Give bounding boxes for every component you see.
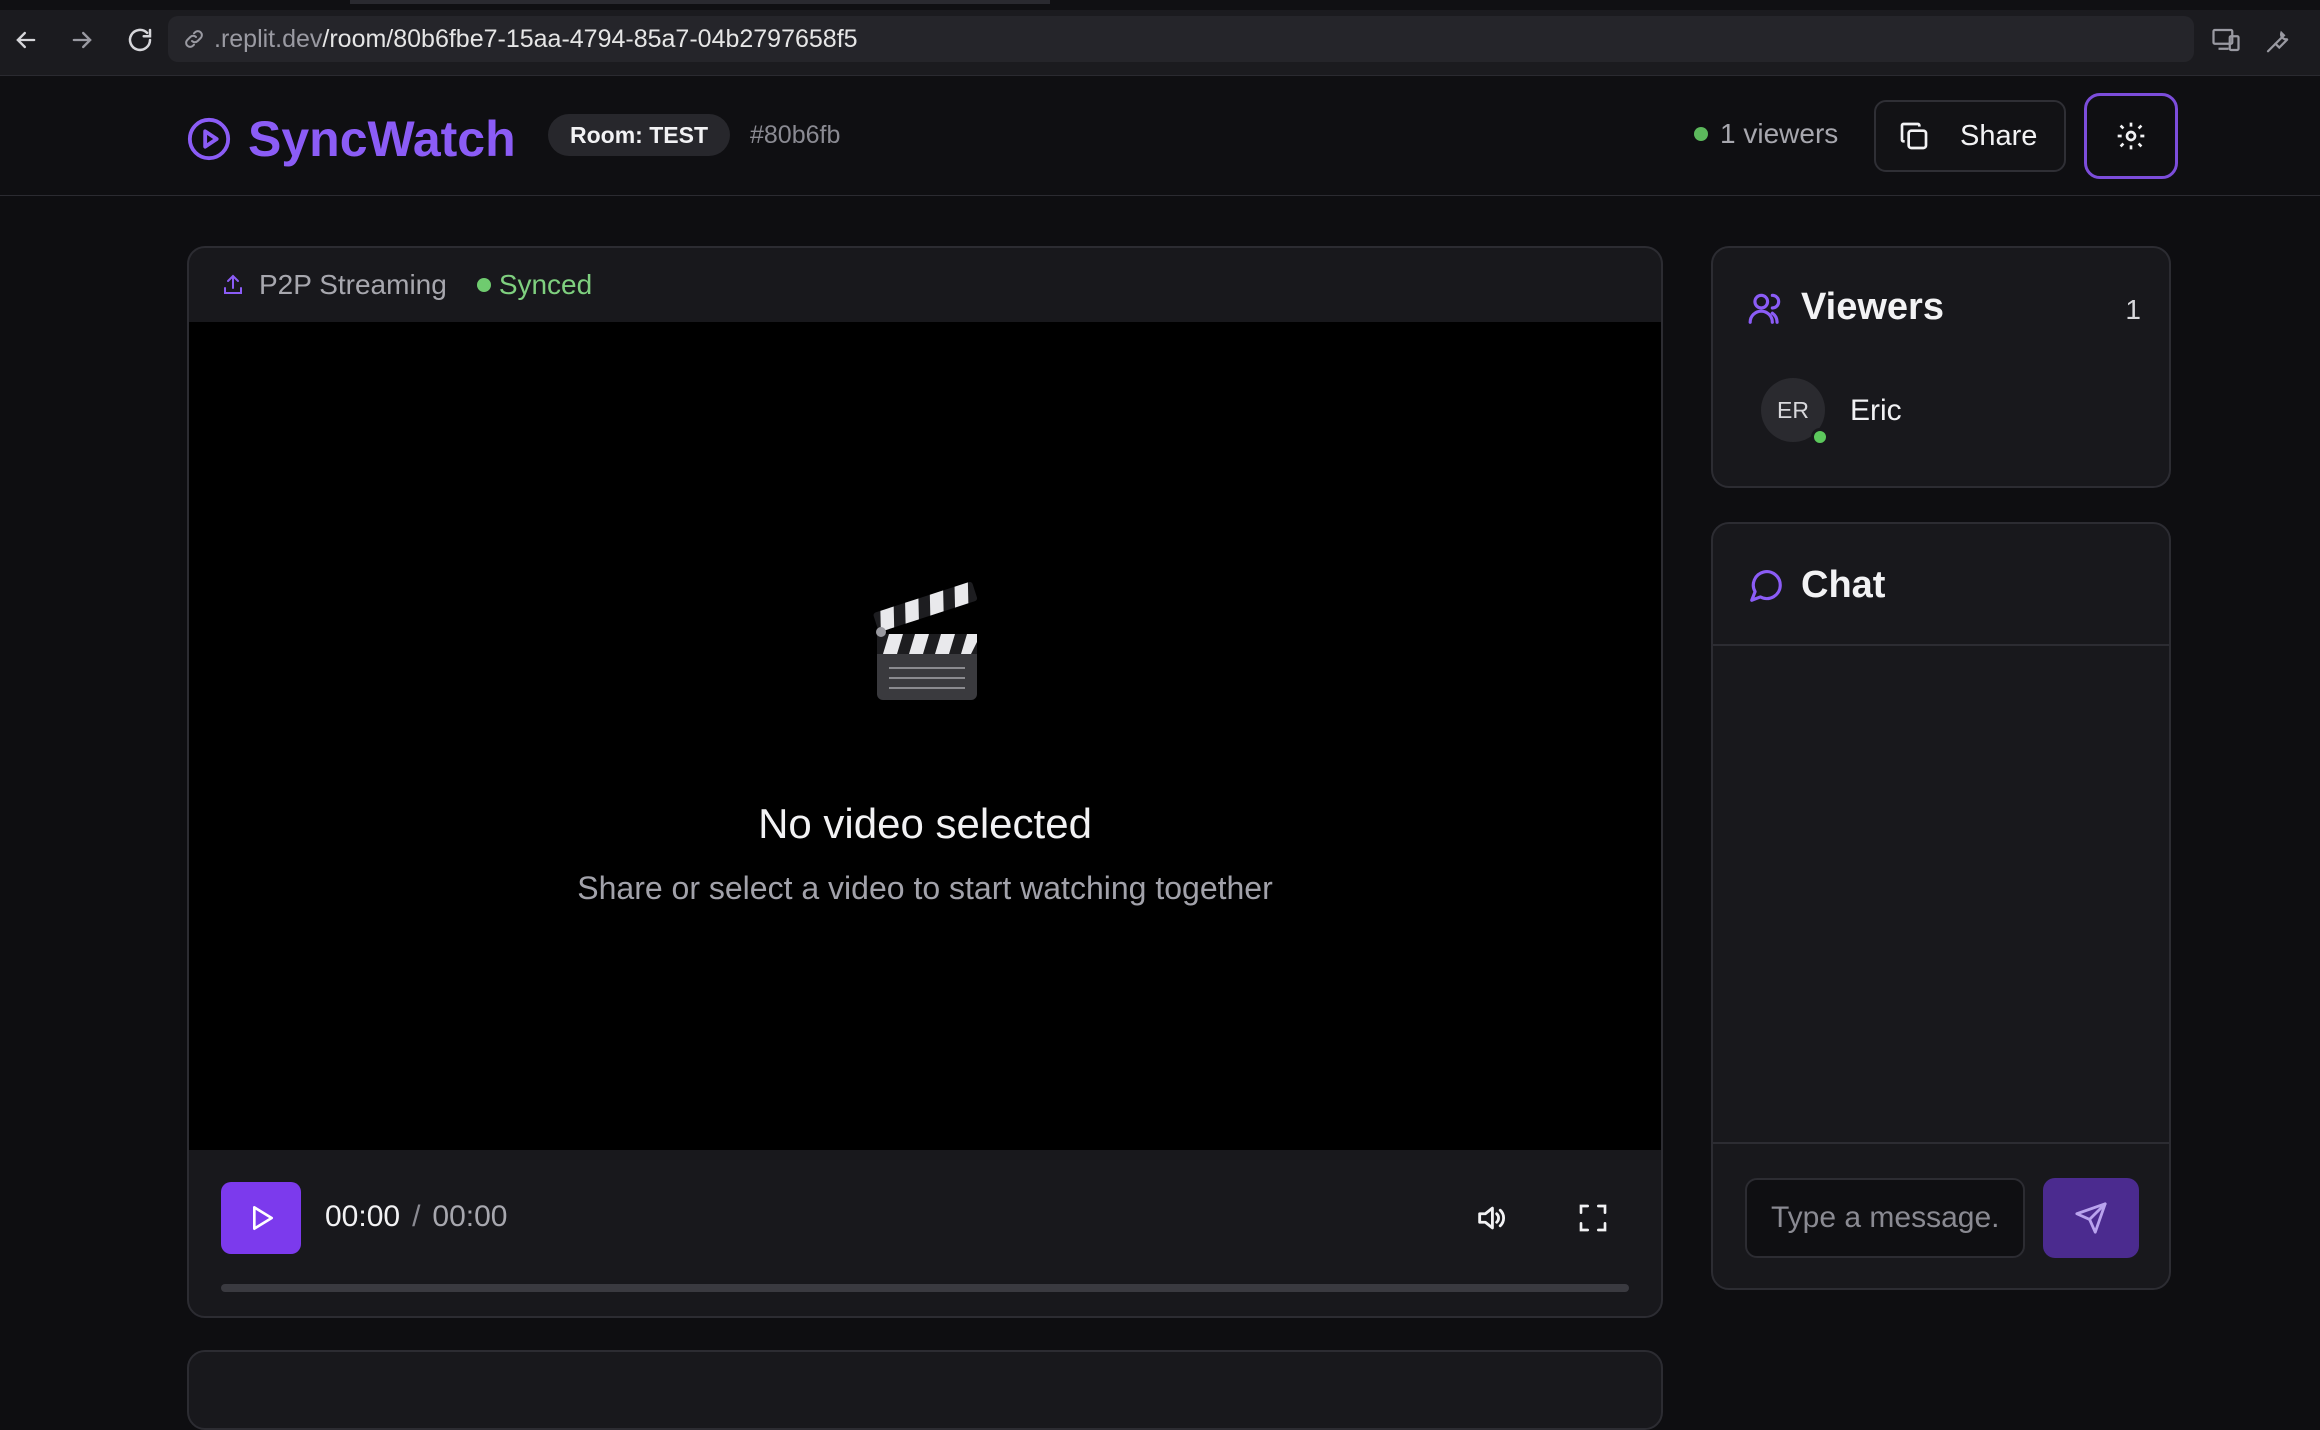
chat-title: Chat [1747,564,1885,607]
message-input[interactable] [1745,1178,2025,1258]
secondary-card [187,1350,1663,1430]
address-bar[interactable]: .replit.dev/room/80b6fbe7-15aa-4794-85a7… [168,16,2194,62]
chat-footer [1713,1142,2169,1288]
url-domain: .replit.dev [214,24,323,53]
video-status-bar: P2P Streaming Synced [189,248,1661,322]
send-icon [2075,1202,2107,1234]
time-separator: / [412,1200,421,1233]
empty-state-subtitle: Share or select a video to start watchin… [577,870,1273,906]
duration: 00:00 [432,1200,508,1233]
arrow-left-icon [16,31,36,49]
url-path: /room/80b6fbe7-15aa-4794-85a7-04b2797658… [322,24,858,53]
devtools-button[interactable] [2260,22,2296,58]
forward-button[interactable] [64,22,100,58]
share-button-label: Share [1960,119,2038,152]
viewers-title: Viewers [1747,286,1944,329]
reload-icon [128,28,152,52]
viewer-name: Eric [1850,394,1902,427]
app-logo[interactable]: SyncWatch [186,110,516,168]
room-badge: Room: TEST [548,114,730,156]
playback-time: 00:00 / 00:00 [325,1200,508,1234]
video-player-card: P2P Streaming Synced No video selected S… [187,246,1663,1318]
settings-button[interactable] [2084,93,2178,179]
users-icon [1748,293,1781,324]
progress-bar[interactable] [221,1284,1629,1292]
viewers-count-label: 1 viewers [1720,118,1839,149]
gear-icon [2117,122,2145,150]
devices-button[interactable] [2208,22,2244,58]
devices-icon [2212,28,2240,52]
browser-tab-strip [0,0,2320,10]
send-button[interactable] [2043,1178,2139,1258]
empty-state-title: No video selected [758,800,1092,847]
sync-status-label: Synced [498,269,593,300]
clapperboard-icon [873,582,978,700]
wrench-icon [2266,30,2289,53]
play-button[interactable] [221,1182,301,1254]
player-controls: 00:00 / 00:00 [189,1150,1661,1316]
room-hash: #80b6fb [750,121,841,149]
sync-status: Synced [476,269,593,301]
reload-button[interactable] [122,22,158,58]
viewers-panel: Viewers 1 ER Eric [1711,246,2171,488]
play-circle-icon [187,117,231,161]
browser-toolbar: .replit.dev/room/80b6fbe7-15aa-4794-85a7… [0,0,2320,76]
fullscreen-button[interactable] [1573,1198,1613,1238]
streaming-mode-label: P2P Streaming [259,269,447,300]
sync-dot-icon [476,278,491,292]
copy-icon [1900,122,1928,150]
fullscreen-icon [1579,1204,1607,1232]
viewers-title-label: Viewers [1801,286,1944,328]
share-button[interactable]: Share [1874,100,2066,172]
current-time: 00:00 [325,1200,401,1233]
online-dot-icon [1694,127,1708,141]
arrow-right-icon [72,31,92,49]
link-icon [182,27,206,51]
browser-tab-indicator [350,0,1050,4]
chat-panel: Chat [1711,522,2171,1290]
back-button[interactable] [8,22,44,58]
play-icon [253,1206,273,1230]
message-circle-icon [1750,569,1782,602]
chat-title-label: Chat [1801,564,1886,606]
viewers-total: 1 [2125,294,2141,325]
upload-icon [224,274,242,294]
volume-button[interactable] [1471,1198,1511,1238]
chat-header: Chat [1713,524,2169,646]
app-name: SyncWatch [248,111,516,167]
video-viewport[interactable]: No video selected Share or select a vide… [189,322,1661,1150]
volume-icon [1478,1206,1505,1230]
viewers-count: 1 viewers [1694,118,1838,150]
online-status-icon [1811,428,1829,446]
